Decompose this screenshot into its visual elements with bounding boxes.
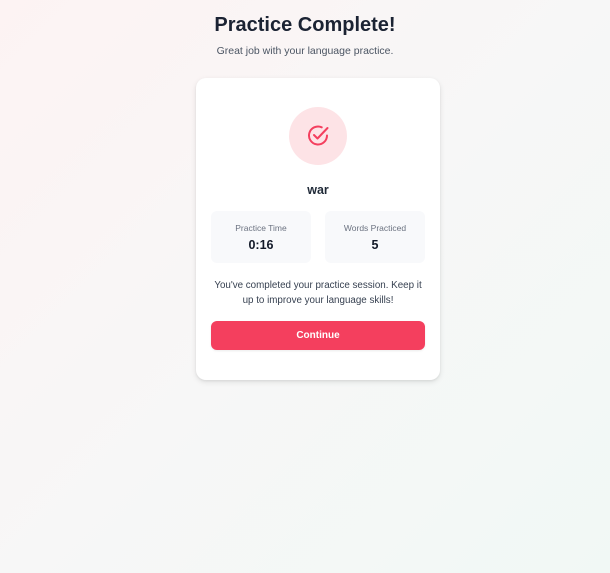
success-icon-badge: [289, 107, 347, 165]
words-practiced-label: Words Practiced: [343, 223, 407, 233]
completion-message: You've completed your practice session. …: [214, 280, 422, 306]
check-circle-icon: [308, 125, 329, 146]
practice-time-stat: Practice Time 0:16: [211, 211, 311, 263]
words-practiced-stat: Words Practiced 5: [325, 211, 425, 263]
page-subtitle: Great job with your language practice.: [216, 45, 394, 57]
completion-card: war Practice Time 0:16 Words Practiced 5…: [196, 78, 440, 380]
words-practiced-value: 5: [371, 238, 379, 252]
practiced-word: war: [307, 183, 329, 197]
continue-button[interactable]: Continue: [211, 321, 425, 350]
page-title: Practice Complete!: [214, 14, 396, 36]
practice-time-value: 0:16: [248, 238, 274, 252]
practice-time-label: Practice Time: [235, 223, 287, 233]
